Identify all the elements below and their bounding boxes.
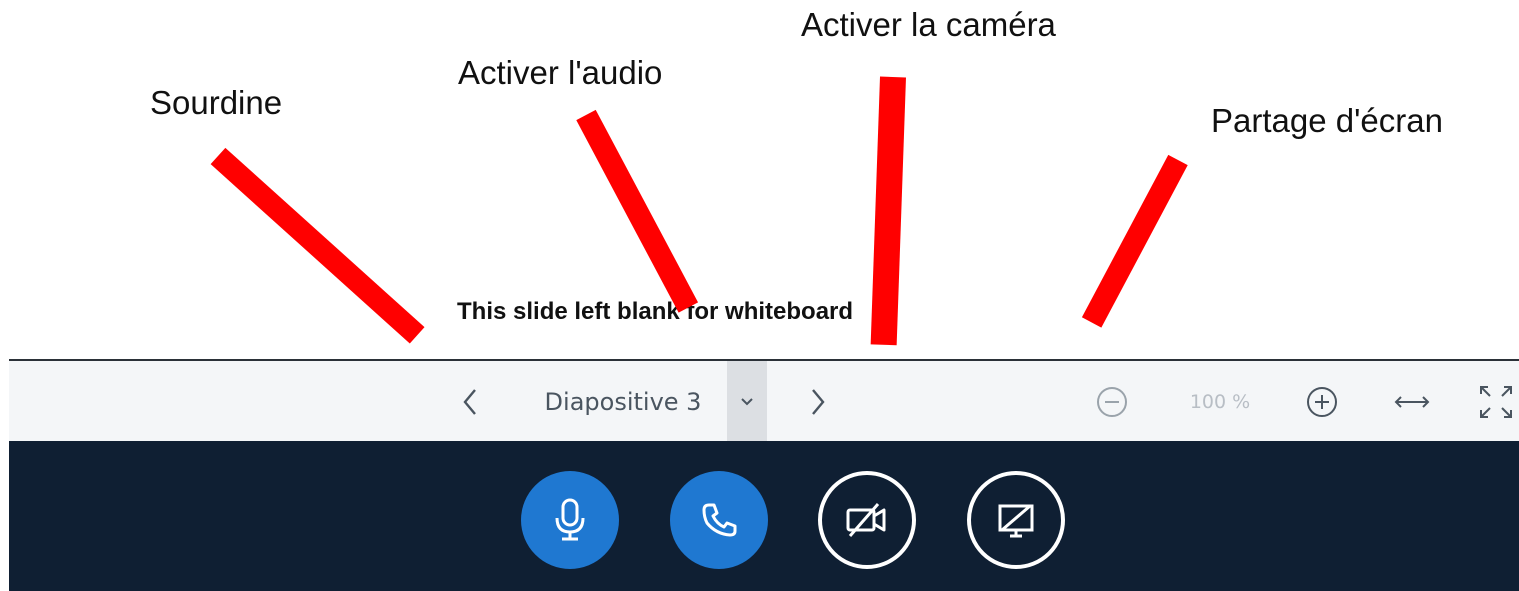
screen-share-off-icon	[998, 504, 1034, 538]
presentation-toolbar: Diapositive 3 100 %	[9, 359, 1519, 443]
mute-button[interactable]	[521, 471, 619, 569]
zoom-in-button[interactable]	[1299, 361, 1345, 443]
annotation-arrow-audio	[576, 109, 699, 313]
audio-button[interactable]	[670, 471, 768, 569]
chevron-left-icon	[463, 389, 476, 415]
action-bar	[9, 441, 1519, 591]
chevron-right-icon	[812, 389, 825, 415]
microphone-icon	[555, 498, 585, 541]
fullscreen-button[interactable]	[1471, 361, 1519, 443]
chevron-down-icon	[741, 398, 753, 406]
slide-dropdown-button[interactable]	[727, 361, 767, 443]
fit-to-width-button[interactable]	[1387, 361, 1437, 443]
previous-slide-button[interactable]	[445, 361, 495, 443]
slide-text: This slide left blank for whiteboard	[457, 298, 854, 325]
zoom-level: 100 %	[1189, 391, 1251, 413]
camera-button[interactable]	[818, 471, 916, 569]
screen-share-button[interactable]	[967, 471, 1065, 569]
fullscreen-icon	[1480, 386, 1512, 418]
annotation-arrow-camera	[870, 76, 906, 346]
video-off-icon	[846, 503, 886, 537]
annotation-mute-label: Sourdine	[150, 84, 283, 121]
annotation-camera-label: Activer la caméra	[801, 6, 1056, 43]
fit-width-icon	[1394, 396, 1430, 408]
zoom-in-icon	[1307, 387, 1337, 417]
annotation-share-label: Partage d'écran	[1211, 102, 1443, 139]
annotation-arrow-share	[1081, 154, 1188, 328]
annotation-audio-label: Activer l'audio	[458, 54, 663, 91]
annotation-arrow-mute	[210, 147, 425, 344]
screenshot: Sourdine Activer l'audio Activer la camé…	[0, 0, 1519, 591]
zoom-out-icon	[1097, 387, 1127, 417]
phone-icon	[702, 503, 737, 537]
next-slide-button[interactable]	[793, 361, 843, 443]
slide-selector-label[interactable]: Diapositive 3	[517, 361, 729, 443]
zoom-out-button[interactable]	[1089, 361, 1135, 443]
